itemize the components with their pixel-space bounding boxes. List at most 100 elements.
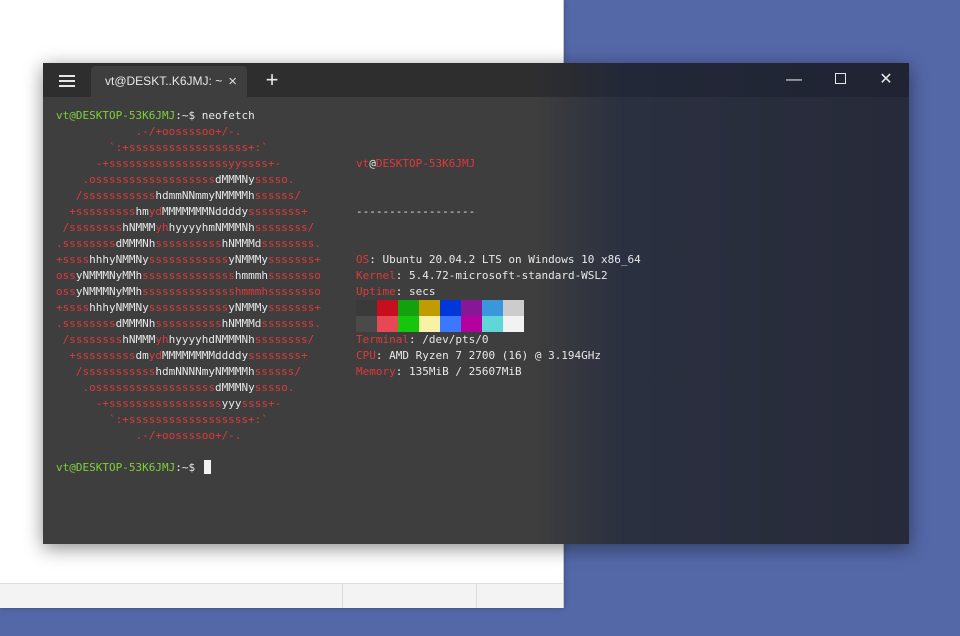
system-info: vt@DESKTOP-53K6JMJ ------------------ OS… xyxy=(356,124,641,412)
ascii-segment: hm xyxy=(135,205,149,218)
info-row-terminal: Terminal: /dev/pts/0 xyxy=(356,332,641,348)
color-swatch xyxy=(377,300,398,316)
info-title: vt@DESKTOP-53K6JMJ xyxy=(356,156,641,172)
ascii-segment: dm xyxy=(135,349,149,362)
ascii-segment: `:+ssssssssssssssssss+:` xyxy=(56,413,268,426)
color-swatch xyxy=(419,316,440,332)
ascii-segment: oss xyxy=(56,269,76,282)
ascii-segment: -+ssssssssssssssssssyyssss+- xyxy=(56,157,282,170)
ascii-segment: hNMMM xyxy=(122,333,156,346)
ascii-segment: hNMMM xyxy=(122,221,156,234)
info-key: Memory xyxy=(356,365,396,378)
ascii-line: +sssshhhyNMMNyssssssssssssyNMMMysssssss+ xyxy=(56,300,321,316)
status-bar-divider xyxy=(342,584,343,608)
ascii-segment: +sssssssss xyxy=(56,205,136,218)
info-key: Uptime xyxy=(356,285,396,298)
ascii-segment: yNMMMy xyxy=(228,253,268,266)
color-swatch xyxy=(503,316,524,332)
ascii-segment: hhhyNMMNy xyxy=(89,301,149,314)
ascii-line: -+ssssssssssssssssssyyssss+- xyxy=(56,156,321,172)
info-value: /dev/pts/0 xyxy=(422,333,489,346)
info-key-separator: : xyxy=(408,333,423,346)
info-key: CPU xyxy=(356,349,376,362)
prompt-command: neofetch xyxy=(201,109,255,122)
ascii-line: -+sssssssssssssssssyyyssss+- xyxy=(56,396,321,412)
info-key-separator: : xyxy=(375,349,390,362)
terminal-tab[interactable]: vt@DESKT..K6JMJ: ~ × xyxy=(91,66,247,97)
ascii-segment: +ssss xyxy=(56,253,90,266)
palette-bright-row xyxy=(356,316,524,332)
info-key-separator: : xyxy=(369,253,383,266)
ascii-line: .-/+oossssoo+/-. xyxy=(56,124,321,140)
info-value: AMD Ryzen 7 2700 (16) @ 3.194GHz xyxy=(389,349,602,362)
ascii-segment: hNMMMd xyxy=(221,317,262,330)
ascii-segment: /ssssssss xyxy=(56,333,123,346)
minimize-button[interactable]: — xyxy=(771,63,817,97)
prompt-userhost: vt@DESKTOP-53K6JMJ xyxy=(56,109,176,122)
ascii-segment: .ossssssssssssssssss xyxy=(56,173,215,186)
ascii-line: /sssssssshNMMMyhhyyyyhmNMMMNhssssssss/ xyxy=(56,220,321,236)
color-swatch xyxy=(440,300,461,316)
title-bar[interactable]: vt@DESKT..K6JMJ: ~ × + — ✕ xyxy=(43,63,909,97)
ascii-line: .ssssssssdMMMNhsssssssssshNMMMdssssssss. xyxy=(56,316,321,332)
color-swatch xyxy=(419,300,440,316)
ascii-segment: hmmmh xyxy=(234,269,268,282)
ascii-segment: ssssssss/ xyxy=(254,221,315,234)
color-palette xyxy=(356,300,524,332)
terminal-window: vt@DESKT..K6JMJ: ~ × + — ✕ vt@DESKTOP-53… xyxy=(43,63,909,544)
info-user: vt xyxy=(356,157,370,170)
color-swatch xyxy=(440,316,461,332)
ascii-line: `:+ssssssssssssssssss+:` xyxy=(56,412,321,428)
info-row-cpu: CPU: AMD Ryzen 7 2700 (16) @ 3.194GHz xyxy=(356,348,641,364)
ascii-segment: yNMMMy xyxy=(228,301,268,314)
new-tab-button[interactable]: + xyxy=(261,66,283,94)
ascii-segment: yNMMMNyMMh xyxy=(75,269,143,282)
close-button[interactable]: ✕ xyxy=(863,63,909,97)
ascii-segment: /ssssssss xyxy=(56,221,123,234)
prompt-line-active[interactable]: vt@DESKTOP-53K6JMJ:~$ xyxy=(56,460,211,476)
tab-close-icon[interactable]: × xyxy=(228,66,237,97)
maximize-button[interactable] xyxy=(817,63,863,97)
ascii-line: /ssssssssssshdmmNNmmyNMMMMhssssss/ xyxy=(56,188,321,204)
info-key-separator: : xyxy=(395,365,409,378)
info-value: secs xyxy=(409,285,436,298)
ascii-segment: ssssssssssss xyxy=(148,253,229,266)
prompt-path: :~$ xyxy=(175,109,202,122)
ascii-segment: sssssss+ xyxy=(267,253,321,266)
info-separator: ------------------ xyxy=(356,205,476,218)
menu-icon[interactable] xyxy=(55,72,79,88)
status-bar-divider xyxy=(476,584,477,608)
ascii-line: .-/+oossssoo+/-. xyxy=(56,428,321,444)
info-value: Ubuntu 20.04.2 LTS on Windows 10 x86_64 xyxy=(382,253,641,266)
info-row-os: OS: Ubuntu 20.04.2 LTS on Windows 10 x86… xyxy=(356,252,641,268)
ascii-segment: MMMMMMMMddddy xyxy=(161,349,249,362)
ascii-segment: ssssssss. xyxy=(261,237,321,250)
ascii-segment: hdmmNNmmyNMMMMh xyxy=(155,189,255,202)
info-row-uptime: Uptime: secs xyxy=(356,284,641,300)
info-host: DESKTOP-53K6JMJ xyxy=(375,157,476,170)
ascii-segment: .ssssssss xyxy=(56,237,116,250)
ascii-segment: yh xyxy=(155,221,169,234)
ascii-segment: ssss+- xyxy=(241,397,282,410)
palette-normal-row xyxy=(356,300,524,316)
ascii-line: +sssssssssdmydMMMMMMMMddddyssssssss+ xyxy=(56,348,321,364)
info-row-memory: Memory: 135MiB / 25607MiB xyxy=(356,364,641,380)
ascii-segment: ssssssssss xyxy=(155,317,222,330)
ascii-segment: ssssssssssss xyxy=(148,301,229,314)
ascii-line: ossyNMMMNyMMhsssssssssssssshmmmhssssssso xyxy=(56,268,321,284)
ascii-line: `:+ssssssssssssssssss+:` xyxy=(56,140,321,156)
ascii-segment: ssssss/ xyxy=(254,189,302,202)
ascii-line: +ssssssssshmydMMMMMMMNddddyssssssss+ xyxy=(56,204,321,220)
color-swatch xyxy=(503,300,524,316)
ascii-segment: hhhyNMMNy xyxy=(89,253,149,266)
ascii-segment: /sssssssssss xyxy=(56,365,156,378)
color-swatch xyxy=(461,300,482,316)
info-key: OS xyxy=(356,253,370,266)
ascii-segment: yd xyxy=(148,205,162,218)
info-key: Terminal xyxy=(356,333,409,346)
ascii-line: /ssssssssssshdmNNNNmyNMMMMhssssss/ xyxy=(56,364,321,380)
ascii-segment: hyyyyhmNMMMNh xyxy=(168,221,255,234)
color-swatch xyxy=(482,300,503,316)
ascii-segment: sssssss+ xyxy=(267,301,321,314)
text-cursor xyxy=(203,460,211,474)
